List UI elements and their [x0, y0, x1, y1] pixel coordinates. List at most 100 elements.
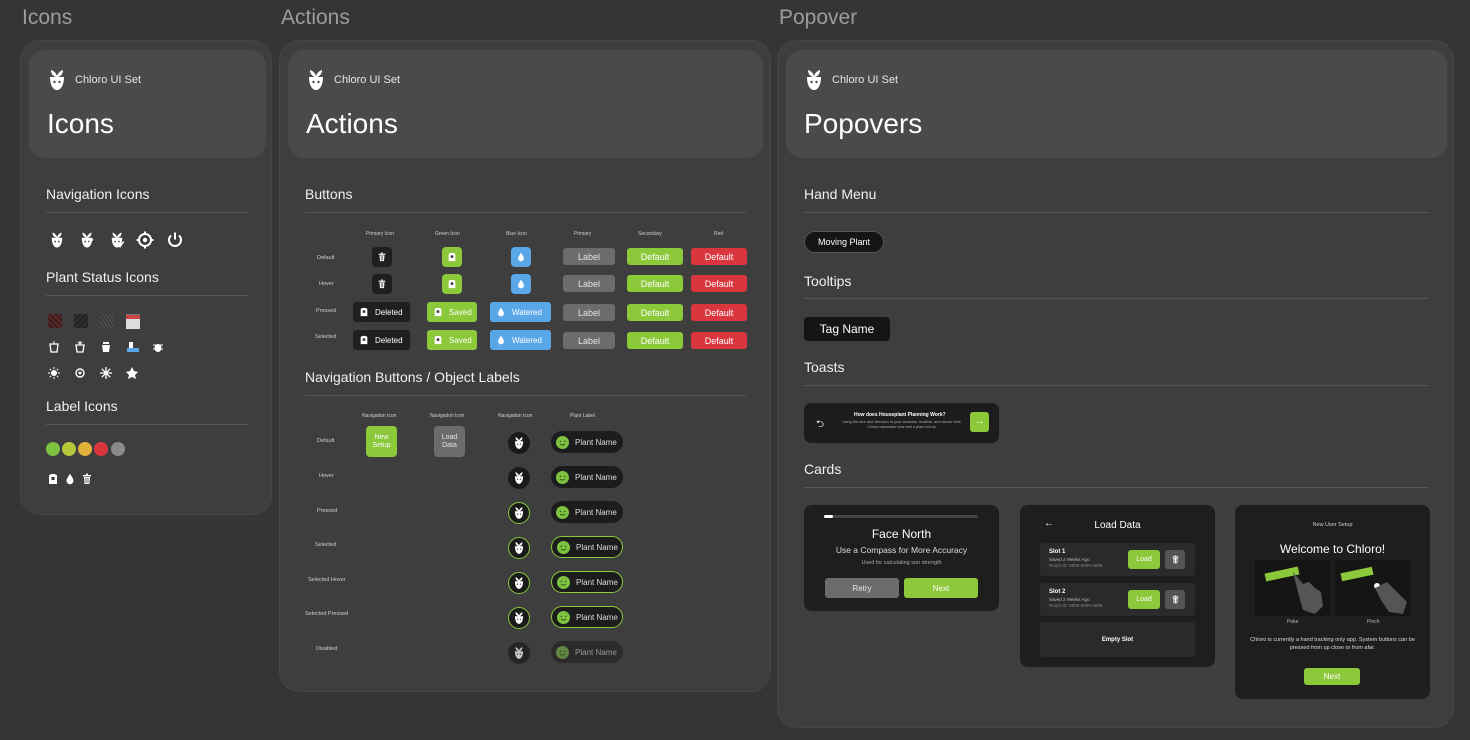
- delete-button[interactable]: Deleted: [353, 302, 410, 322]
- label-icons-heading: Label Icons: [46, 398, 118, 414]
- drop-icon: [496, 335, 506, 345]
- new-setup-button[interactable]: New Setup: [366, 426, 397, 457]
- nav-plant-button-disabled: [508, 642, 530, 664]
- nav-plant-button[interactable]: [508, 572, 530, 594]
- card-subtitle: Use a Compass for More Accuracy: [835, 545, 968, 555]
- slot-saved: Saved 2 Weeks Ago: [1049, 597, 1090, 602]
- secondary-button[interactable]: Default: [627, 304, 683, 321]
- primary-icon-button[interactable]: [372, 247, 392, 267]
- primary-icon-button[interactable]: [372, 274, 392, 294]
- plant-nav-icon: [48, 231, 66, 249]
- divider: [804, 298, 1429, 299]
- secondary-button[interactable]: Default: [627, 332, 683, 349]
- pinch-caption: Pinch: [1367, 619, 1380, 625]
- row-header: Pressed: [316, 308, 337, 314]
- secondary-button[interactable]: Default: [627, 275, 683, 292]
- hand-poke-icon: [1293, 572, 1323, 614]
- section-title-actions: Actions: [281, 6, 350, 29]
- load-button[interactable]: Load: [1128, 550, 1160, 569]
- page-title: Actions: [306, 108, 398, 139]
- blue-icon-button[interactable]: [511, 247, 531, 267]
- nav-plant-button[interactable]: [508, 467, 530, 489]
- unknown-face-icon: [111, 442, 125, 456]
- water-button[interactable]: Watered: [490, 330, 551, 350]
- secondary-button[interactable]: Default: [627, 248, 683, 265]
- toast: ⮌ How does Houseplant Planning Work? Usi…: [804, 403, 999, 443]
- welcome-card: New User Setup Welcome to Chloro! Poke P…: [1235, 505, 1430, 699]
- delete-slot-button[interactable]: [1165, 550, 1185, 569]
- save-icon: [433, 335, 443, 345]
- undo-icon[interactable]: ⮌: [816, 417, 824, 434]
- plant-label[interactable]: Plant Name: [551, 536, 623, 558]
- plant-label[interactable]: Plant Name: [551, 501, 623, 523]
- tag-name-tooltip: Tag Name: [804, 317, 890, 341]
- happy-face-icon: [557, 575, 570, 589]
- save-button[interactable]: Saved: [427, 302, 477, 322]
- plant-label[interactable]: Plant Name: [551, 466, 623, 488]
- brand: Chloro UI Set: [47, 68, 141, 92]
- plant-label-text: Plant Name: [575, 507, 617, 517]
- nav-plant-button[interactable]: [508, 502, 530, 524]
- green-icon-button[interactable]: [442, 274, 462, 294]
- next-button[interactable]: Next: [904, 578, 978, 598]
- water-button[interactable]: Watered: [490, 302, 551, 322]
- red-button[interactable]: Default: [691, 304, 747, 321]
- plant-label[interactable]: Plant Name: [551, 571, 623, 593]
- hand-menu-heading: Hand Menu: [804, 186, 877, 202]
- empty-slot[interactable]: Empty Slot: [1040, 622, 1195, 657]
- row-header: Default: [317, 255, 335, 261]
- save-icon: [433, 307, 443, 317]
- primary-button[interactable]: Label: [563, 332, 615, 349]
- save-button[interactable]: Saved: [427, 330, 477, 350]
- row-header: Disabled: [316, 646, 338, 652]
- toast-title: How does Houseplant Planning Work?: [854, 412, 946, 418]
- delete-button[interactable]: Deleted: [353, 330, 410, 350]
- nav-plant-button[interactable]: [508, 607, 530, 629]
- save-slot: Slot 1 Saved 2 Weeks Ago Room ID: 0000-0…: [1040, 543, 1195, 576]
- load-data-button[interactable]: Load Data: [434, 426, 465, 457]
- divider: [804, 385, 1429, 386]
- red-button[interactable]: Default: [691, 275, 747, 292]
- col-header: Primary: [574, 231, 592, 237]
- delete-button-label: Deleted: [375, 307, 403, 317]
- primary-button[interactable]: Label: [563, 304, 615, 321]
- popover-panel: Chloro UI Set Popovers Hand Menu Moving …: [777, 40, 1454, 728]
- slot-saved: Saved 2 Weeks Ago: [1049, 557, 1090, 562]
- sad-face-icon: [94, 442, 108, 456]
- slot-room: Room ID: 0000-0000-0000: [1049, 603, 1103, 608]
- divider: [46, 212, 248, 213]
- settings-icon: [136, 231, 154, 249]
- card-title: Load Data: [1094, 520, 1141, 531]
- card-title: Welcome to Chloro!: [1279, 542, 1386, 556]
- red-button[interactable]: Default: [691, 332, 747, 349]
- plant-icon: [513, 611, 525, 625]
- happy-face-icon: [556, 470, 569, 484]
- toast-action-button[interactable]: →: [970, 412, 989, 432]
- moving-plant-chip[interactable]: Moving Plant: [804, 231, 884, 253]
- delete-slot-button[interactable]: [1165, 590, 1185, 609]
- plant-icon: [513, 506, 525, 520]
- load-button[interactable]: Load: [1128, 590, 1160, 609]
- card-body: Chloro is currently a hand tracking only…: [1250, 637, 1415, 652]
- next-button[interactable]: Next: [1304, 668, 1360, 685]
- save-icon: [359, 307, 369, 317]
- nav-plant-button[interactable]: [508, 432, 530, 454]
- blue-icon-button[interactable]: [511, 274, 531, 294]
- plant-label[interactable]: Plant Name: [551, 606, 623, 628]
- primary-button[interactable]: Label: [563, 248, 615, 265]
- slot-name: Slot 1: [1049, 549, 1066, 555]
- retry-button[interactable]: Retry: [825, 578, 899, 598]
- plant-edit-icon: [78, 231, 94, 249]
- plant-label-text: Plant Name: [575, 437, 617, 447]
- primary-button[interactable]: Label: [563, 275, 615, 292]
- trash-icon: [377, 252, 387, 262]
- red-button[interactable]: Default: [691, 248, 747, 265]
- green-icon-button[interactable]: [442, 247, 462, 267]
- nav-plant-button[interactable]: [508, 537, 530, 559]
- save-icon: [447, 252, 457, 262]
- plant-icon: [513, 471, 525, 485]
- divider: [305, 212, 746, 213]
- plant-label[interactable]: Plant Name: [551, 431, 623, 453]
- plant-icon: [513, 436, 525, 450]
- row-header: Hover: [319, 281, 334, 287]
